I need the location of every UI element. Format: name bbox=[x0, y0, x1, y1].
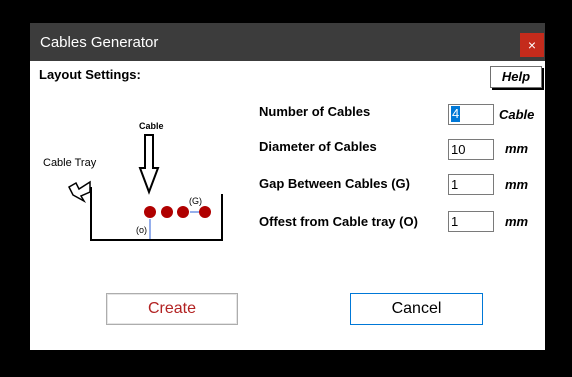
cable-circle bbox=[177, 206, 189, 218]
diagram-cable-label: Cable bbox=[139, 121, 164, 131]
cables-generator-dialog: Cables Generator × Layout Settings: Help… bbox=[30, 23, 545, 350]
cable-tray-diagram: Cable Cable Tray (G) (o) bbox=[43, 121, 223, 241]
close-button[interactable]: × bbox=[520, 33, 544, 57]
diameter-label: Diameter of Cables bbox=[259, 139, 377, 154]
dialog-body: Layout Settings: Help Cable Cable Tray (… bbox=[30, 61, 545, 350]
create-button[interactable]: Create bbox=[106, 293, 238, 325]
number-of-cables-selection: 4 bbox=[451, 106, 461, 122]
offset-label: (o) bbox=[136, 225, 147, 235]
cable-arrow-icon bbox=[138, 134, 160, 195]
offset-field-label: Offest from Cable tray (O) bbox=[259, 214, 418, 229]
offset-input[interactable] bbox=[448, 211, 494, 232]
cable-circle bbox=[199, 206, 211, 218]
help-button[interactable]: Help bbox=[490, 66, 542, 88]
gap-input[interactable] bbox=[448, 174, 494, 195]
gap-label-field: Gap Between Cables (G) bbox=[259, 176, 410, 191]
number-of-cables-unit: Cable bbox=[499, 107, 535, 122]
number-of-cables-label: Number of Cables bbox=[259, 104, 371, 119]
gap-unit: mm bbox=[505, 177, 529, 192]
offset-unit: mm bbox=[505, 214, 529, 229]
cancel-button[interactable]: Cancel bbox=[350, 293, 483, 325]
window-title: Cables Generator bbox=[40, 34, 159, 51]
title-bar[interactable]: Cables Generator × bbox=[30, 23, 545, 61]
cable-circle bbox=[161, 206, 173, 218]
diagram-tray-label: Cable Tray bbox=[43, 157, 97, 169]
close-icon: × bbox=[527, 37, 537, 53]
diameter-input[interactable] bbox=[448, 139, 494, 160]
cable-circle bbox=[144, 206, 156, 218]
gap-label: (G) bbox=[189, 196, 202, 206]
layout-settings-label: Layout Settings: bbox=[39, 67, 141, 82]
diameter-unit: mm bbox=[505, 141, 529, 156]
tray-arrow-icon bbox=[68, 180, 91, 203]
